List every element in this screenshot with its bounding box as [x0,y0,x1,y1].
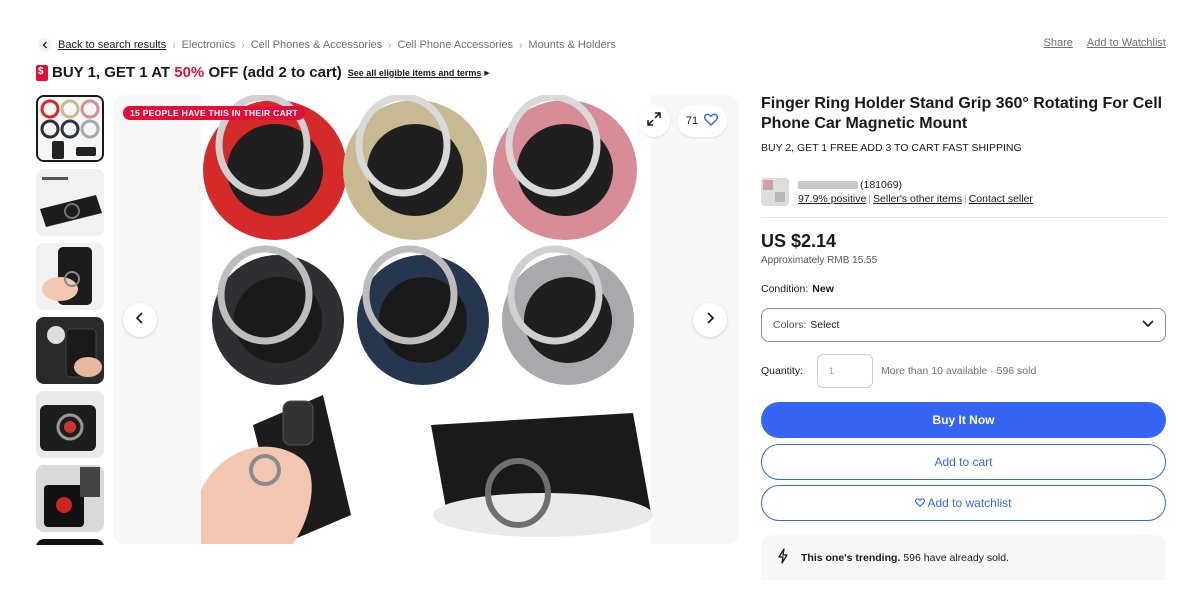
arrow-right-icon: ▶ [484,69,490,77]
thumbnail-image[interactable] [36,317,104,384]
thumbnail-image[interactable] [36,539,104,545]
back-to-search-link[interactable]: Back to search results [58,39,166,51]
condition-label: Condition: [761,283,809,295]
breadcrumb-separator: › [519,39,523,51]
breadcrumb: Back to search results › Electronics › C… [38,37,616,53]
expand-icon [646,111,662,132]
product-title: Finger Ring Holder Stand Grip 360° Rotat… [761,95,1163,132]
colors-select[interactable]: Colors: Select [761,308,1166,342]
seller-info: (181069) 97.9% positive | Seller's other i… [761,177,1166,207]
seller-feedback-count: (181069) [860,179,903,191]
breadcrumb-separator: › [241,39,245,51]
seller-name[interactable] [798,181,858,190]
previous-image-button[interactable] [123,303,157,337]
chevron-left-icon [135,311,145,329]
breadcrumb-item[interactable]: Mounts & Holders [528,39,615,51]
chevron-right-icon [705,311,715,329]
quantity-input[interactable]: 1 [817,354,874,388]
seller-feedback-link[interactable]: 97.9% positive [798,193,866,205]
promo-terms-link[interactable]: See all eligible items and terms [348,68,482,78]
add-to-cart-button[interactable]: Add to cart [761,444,1166,480]
price-tag-icon [36,64,48,81]
trending-title: This one's trending. [801,551,901,564]
buy-it-now-button[interactable]: Buy It Now [761,402,1166,438]
approx-price: Approximately RMB 15.55 [761,255,878,266]
colors-value: Select [810,319,840,331]
share-link[interactable]: Share [1044,37,1073,49]
promo-banner: BUY 1, GET 1 AT 50% OFF (add 2 to cart) … [36,64,490,81]
expand-button[interactable] [638,105,670,137]
lightning-icon [777,548,789,567]
watch-count: 71 [685,115,699,127]
add-to-watchlist-label: Add to watchlist [927,496,1012,510]
thumbnail-image[interactable] [36,243,104,310]
watch-count-button[interactable]: 71 [677,105,727,137]
breadcrumb-item[interactable]: Electronics [182,39,236,51]
back-arrow-icon[interactable] [38,38,52,52]
next-image-button[interactable] [693,303,727,337]
heart-icon [704,113,719,129]
trending-text: 596 have already sold. [903,551,1009,564]
availability-text: More than 10 available · 596 sold [881,365,1037,377]
add-to-watchlist-link[interactable]: Add to Watchlist [1087,37,1166,49]
divider [761,217,1166,218]
colors-label: Colors: [773,319,807,331]
thumbnail-image[interactable] [36,95,104,162]
breadcrumb-item[interactable]: Cell Phones & Accessories [251,39,382,51]
thumbnail-image[interactable] [36,169,104,236]
quantity-label: Quantity: [761,365,804,377]
product-photo [113,95,739,544]
price: US $2.14 [761,231,837,251]
thumbnail-image[interactable] [36,465,104,532]
contact-seller-link[interactable]: Contact seller [969,193,1033,205]
trending-banner: This one's trending. 596 have already so… [761,535,1166,580]
seller-other-items-link[interactable]: Seller's other items [873,193,962,205]
chevron-down-icon [1142,319,1154,331]
promo-text: BUY 1, GET 1 AT 50% OFF (add 2 to cart) [52,64,342,81]
cart-count-badge: 15 PEOPLE HAVE THIS IN THEIR CART [123,106,305,120]
product-subtitle: BUY 2, GET 1 FREE ADD 3 TO CART FAST SHI… [761,142,1022,154]
seller-avatar[interactable] [761,178,789,206]
breadcrumb-item[interactable]: Cell Phone Accessories [398,39,514,51]
heart-icon [915,496,926,510]
add-to-watchlist-button[interactable]: Add to watchlist [761,485,1166,521]
quantity-row: Quantity: 1 More than 10 available · 596… [761,354,1036,388]
thumbnail-strip [36,95,106,545]
top-actions: Share Add to Watchlist [1044,37,1166,49]
condition-value: New [812,283,834,295]
condition: Condition: New [761,283,834,295]
thumbnail-image[interactable] [36,391,104,458]
breadcrumb-separator: › [388,39,392,51]
main-product-image[interactable]: 15 PEOPLE HAVE THIS IN THEIR CART 71 [113,95,739,544]
breadcrumb-separator: › [172,39,176,51]
